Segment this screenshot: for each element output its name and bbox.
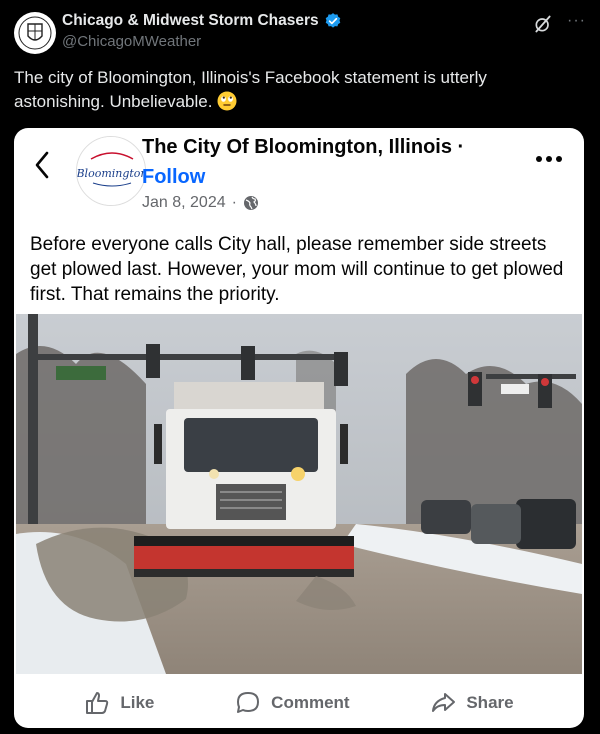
page-name-separator: ·: [457, 136, 465, 158]
snowplow-photo[interactable]: [16, 314, 582, 674]
post-date[interactable]: Jan 8, 2024: [142, 194, 226, 212]
post-more-options-icon[interactable]: [536, 156, 562, 162]
post-meta: Jan 8, 2024 ·: [142, 194, 259, 212]
post-text: Before everyone calls City hall, please …: [30, 234, 564, 305]
rolling-eyes-emoji-icon: [217, 91, 237, 111]
thumbs-up-icon: [86, 692, 109, 714]
like-label: Like: [120, 693, 155, 712]
comment-label: Comment: [271, 693, 350, 712]
tweet-header: Chicago & Midwest Storm Chasers @Chicago…: [14, 8, 586, 64]
author-name[interactable]: Chicago & Midwest Storm Chasers: [62, 12, 319, 30]
page-avatar[interactable]: Bloomington: [76, 136, 146, 206]
comment-icon: [237, 692, 260, 713]
page-logo-text: Bloomington: [77, 167, 146, 180]
share-button[interactable]: Share: [430, 690, 514, 716]
author-handle[interactable]: @ChicagoMWeather: [62, 33, 342, 50]
grok-icon[interactable]: [533, 14, 553, 34]
post-actions: Like Comment Share: [14, 683, 584, 723]
back-chevron-icon[interactable]: [34, 150, 50, 180]
comment-button[interactable]: Comment: [235, 690, 350, 716]
share-label: Share: [466, 693, 514, 712]
author-avatar[interactable]: [14, 12, 56, 54]
page-name[interactable]: The City Of Bloomington, Illinois ·: [142, 136, 464, 159]
tweet-body: The city of Bloomington, Illinois's Face…: [14, 68, 487, 111]
verified-badge-icon: [325, 13, 340, 28]
globe-icon: [243, 196, 258, 210]
like-button[interactable]: Like: [84, 690, 154, 716]
share-icon: [432, 693, 456, 712]
more-options-icon[interactable]: ···: [567, 13, 586, 29]
tweet-text: The city of Bloomington, Illinois's Face…: [14, 66, 574, 114]
author-info: Chicago & Midwest Storm Chasers @Chicago…: [62, 12, 342, 50]
follow-button[interactable]: Follow: [142, 166, 205, 189]
page-name-text[interactable]: The City Of Bloomington, Illinois: [142, 136, 452, 158]
facebook-post-card[interactable]: Bloomington The City Of Bloomington, Ill…: [14, 128, 584, 728]
meta-separator: ·: [231, 194, 237, 211]
